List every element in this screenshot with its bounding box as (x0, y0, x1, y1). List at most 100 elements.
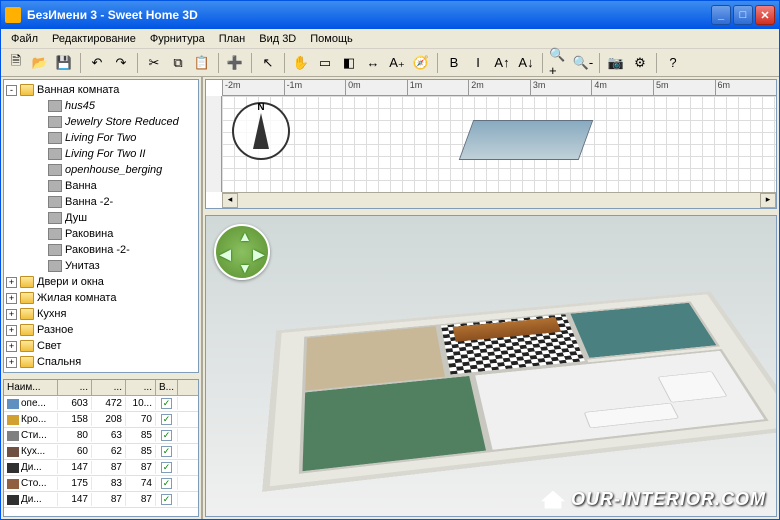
tree-toggle-icon[interactable]: + (6, 357, 17, 368)
tree-node[interactable]: +Спальня (6, 354, 196, 370)
furniture-tree[interactable]: -Ванная комнатаhus45Jewelry Store Reduce… (3, 79, 199, 373)
view-3d[interactable]: ▲ ▼ ◀ ▶ OUR-INTERIOR.COM (205, 215, 777, 517)
toolbar-separator (284, 53, 285, 73)
camera-icon[interactable]: 📷 (605, 52, 627, 74)
menu-4[interactable]: Вид 3D (253, 31, 302, 47)
cursor-icon[interactable]: ↖ (257, 52, 279, 74)
compass-icon[interactable] (232, 102, 290, 160)
menu-0[interactable]: Файл (5, 31, 44, 47)
menu-1[interactable]: Редактирование (46, 31, 142, 47)
tree-node[interactable]: Унитаз (6, 258, 196, 274)
tree-node[interactable]: Living For Two (6, 130, 196, 146)
tree-toggle-icon[interactable]: - (6, 85, 17, 96)
toolbar-separator (218, 53, 219, 73)
visibility-checkbox[interactable]: ✓ (161, 398, 172, 409)
table-header[interactable]: ... (92, 380, 126, 395)
redo-icon[interactable]: ↷ (110, 52, 132, 74)
menu-3[interactable]: План (213, 31, 252, 47)
nav-down-icon[interactable]: ▼ (238, 260, 252, 276)
tree-node[interactable]: Ванна (6, 178, 196, 194)
tree-toggle-icon[interactable]: + (6, 277, 17, 288)
furniture-table[interactable]: Наим............В... опе...60347210...✓К… (3, 379, 199, 517)
floor-plan-3d[interactable] (262, 291, 777, 492)
scroll-left-button[interactable]: ◂ (222, 193, 238, 208)
plan-2d-view[interactable]: -2m-1m0m1m2m3m4m5m6m ◂ ▸ (205, 79, 777, 209)
plan-scrollbar[interactable]: ◂ ▸ (222, 192, 776, 208)
tree-node[interactable]: +Жилая комната (6, 290, 196, 306)
table-header[interactable]: Наим... (4, 380, 58, 395)
add-furniture-icon[interactable]: ➕ (224, 52, 246, 74)
scroll-track[interactable] (238, 193, 760, 208)
table-header[interactable]: ... (126, 380, 156, 395)
table-row[interactable]: Сти...806385✓ (4, 428, 198, 444)
tree-node[interactable]: +Двери и окна (6, 274, 196, 290)
table-row[interactable]: Ди...1478787✓ (4, 460, 198, 476)
menu-2[interactable]: Фурнитура (144, 31, 211, 47)
tree-toggle-icon[interactable]: + (6, 309, 17, 320)
nav-pad[interactable]: ▲ ▼ ◀ ▶ (214, 224, 270, 280)
visibility-checkbox[interactable]: ✓ (161, 446, 172, 457)
save-icon[interactable]: 💾 (53, 52, 75, 74)
tree-node[interactable]: Душ (6, 210, 196, 226)
table-row[interactable]: Сто...1758374✓ (4, 476, 198, 492)
text-bold-icon[interactable]: B (443, 52, 465, 74)
tree-toggle-icon[interactable]: + (6, 341, 17, 352)
tree-toggle-icon[interactable]: + (6, 325, 17, 336)
compass-icon[interactable]: 🧭 (410, 52, 432, 74)
table-header[interactable]: ... (58, 380, 92, 395)
tree-node[interactable]: openhouse_berging (6, 162, 196, 178)
tree-node[interactable]: +Свет (6, 338, 196, 354)
new-file-icon[interactable]: 🗎 (5, 52, 27, 74)
zoom-out-icon[interactable]: 🔍- (572, 52, 594, 74)
plan-model-preview[interactable] (459, 120, 594, 160)
visibility-checkbox[interactable]: ✓ (161, 430, 172, 441)
preferences-icon[interactable]: ⚙ (629, 52, 651, 74)
close-button[interactable]: ✕ (755, 5, 775, 25)
item-icon (48, 164, 62, 176)
cut-icon[interactable]: ✂ (143, 52, 165, 74)
tree-node[interactable]: -Ванная комната (6, 82, 196, 98)
visibility-checkbox[interactable]: ✓ (161, 478, 172, 489)
text-icon[interactable]: A₊ (386, 52, 408, 74)
tree-node[interactable]: Jewelry Store Reduced (6, 114, 196, 130)
table-header[interactable]: В... (156, 380, 178, 395)
hand-icon[interactable]: ✋ (290, 52, 312, 74)
tree-node[interactable]: Living For Two II (6, 146, 196, 162)
wall-icon[interactable]: ▭ (314, 52, 336, 74)
visibility-checkbox[interactable]: ✓ (161, 414, 172, 425)
text-size-up-icon[interactable]: A↑ (491, 52, 513, 74)
cell-height: 74 (126, 477, 156, 490)
table-row[interactable]: Кро...15820870✓ (4, 412, 198, 428)
titlebar[interactable]: БезИмени 3 - Sweet Home 3D _ □ ✕ (1, 1, 779, 29)
zoom-in-icon[interactable]: 🔍+ (548, 52, 570, 74)
tree-toggle-icon[interactable]: + (6, 293, 17, 304)
table-row[interactable]: Ди...1478787✓ (4, 492, 198, 508)
copy-icon[interactable]: ⧉ (167, 52, 189, 74)
tree-node[interactable]: +Разное (6, 322, 196, 338)
scroll-right-button[interactable]: ▸ (760, 193, 776, 208)
text-italic-icon[interactable]: I (467, 52, 489, 74)
visibility-checkbox[interactable]: ✓ (161, 462, 172, 473)
room-icon[interactable]: ◧ (338, 52, 360, 74)
minimize-button[interactable]: _ (711, 5, 731, 25)
visibility-checkbox[interactable]: ✓ (161, 494, 172, 505)
help-icon[interactable]: ? (662, 52, 684, 74)
nav-right-icon[interactable]: ▶ (253, 246, 264, 263)
tree-node[interactable]: Ванна -2- (6, 194, 196, 210)
paste-icon[interactable]: 📋 (191, 52, 213, 74)
tree-node[interactable]: Раковина (6, 226, 196, 242)
text-size-down-icon[interactable]: A↓ (515, 52, 537, 74)
menu-5[interactable]: Помощь (304, 31, 359, 47)
table-row[interactable]: Кух...606285✓ (4, 444, 198, 460)
dimension-icon[interactable]: ↔ (362, 52, 384, 74)
open-icon[interactable]: 📂 (29, 52, 51, 74)
nav-up-icon[interactable]: ▲ (238, 228, 252, 244)
item-icon (48, 180, 62, 192)
tree-node[interactable]: hus45 (6, 98, 196, 114)
tree-node[interactable]: +Кухня (6, 306, 196, 322)
tree-node[interactable]: Раковина -2- (6, 242, 196, 258)
maximize-button[interactable]: □ (733, 5, 753, 25)
table-row[interactable]: опе...60347210...✓ (4, 396, 198, 412)
undo-icon[interactable]: ↶ (86, 52, 108, 74)
nav-left-icon[interactable]: ◀ (220, 246, 231, 263)
